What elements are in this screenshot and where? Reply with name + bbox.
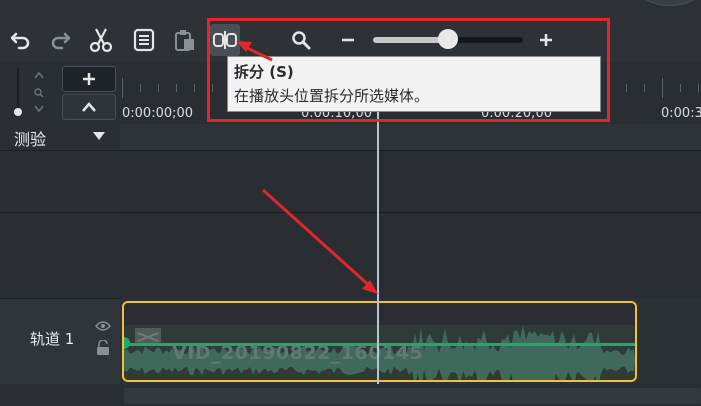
annotation-arrow-playhead	[261, 188, 374, 290]
annotation-arrows	[236, 41, 378, 294]
